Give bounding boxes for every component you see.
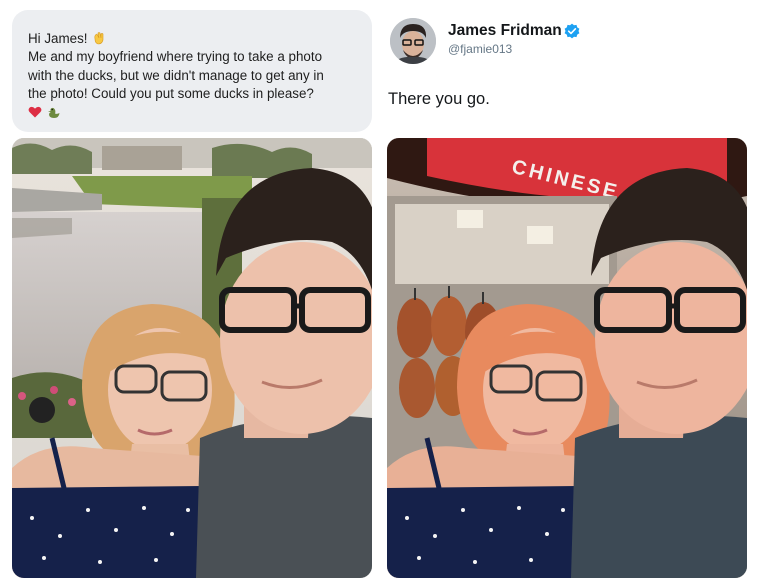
- avatar-portrait: [390, 18, 436, 64]
- request-line-2: Me and my boyfriend where trying to take…: [28, 49, 323, 65]
- request-message-card: Hi James! Me and my boyfriend where tryi…: [12, 10, 372, 132]
- request-line-3: with the ducks, but we didn't manage to …: [28, 67, 324, 83]
- edited-photo-image: CHINESE: [387, 138, 747, 578]
- avatar[interactable]: [390, 18, 436, 64]
- red-heart-icon: [28, 106, 42, 118]
- edited-photo[interactable]: CHINESE: [387, 138, 747, 578]
- verified-badge-icon: [564, 23, 580, 39]
- original-photo[interactable]: [12, 138, 372, 578]
- duck-icon: [47, 107, 60, 118]
- reply-tweet: James Fridman @fjamie013 There you go.: [386, 10, 746, 132]
- reply-text: There you go.: [388, 90, 490, 108]
- request-message: Hi James! Me and my boyfriend where tryi…: [28, 30, 358, 121]
- original-photo-image: [12, 138, 372, 578]
- user-display-name[interactable]: James Fridman: [448, 22, 562, 40]
- request-line-4: the photo! Could you put some ducks in p…: [28, 86, 314, 102]
- request-line-1: Hi James!: [28, 30, 358, 48]
- user-handle[interactable]: @fjamie013: [448, 42, 512, 56]
- emoji-row: [28, 105, 358, 121]
- waving-hand-icon: [93, 32, 103, 45]
- greeting-text: Hi James!: [28, 31, 88, 46]
